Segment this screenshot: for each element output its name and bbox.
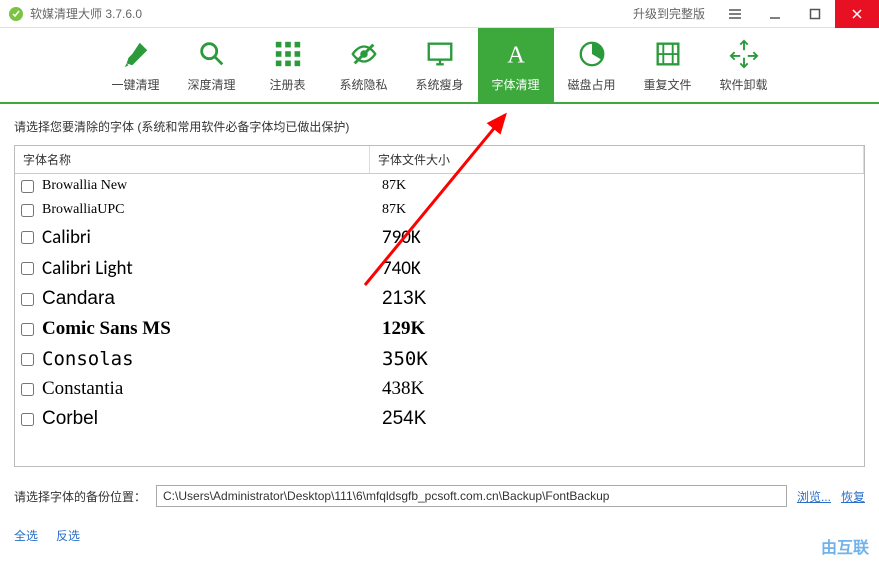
font-size: 790K [382, 226, 421, 249]
toolbar-label: 注册表 [269, 76, 305, 93]
toolbar-duplicate[interactable]: 重复文件 [630, 28, 706, 102]
toolbar-label: 系统隐私 [339, 76, 387, 93]
menu-button[interactable] [715, 0, 755, 28]
grid-icon [272, 38, 304, 70]
toolbar-label: 系统瘦身 [415, 76, 463, 93]
font-name: Browallia New [42, 178, 382, 194]
toolbar-eye-slash[interactable]: 系统隐私 [326, 28, 402, 102]
toolbar-monitor[interactable]: 系统瘦身 [402, 28, 478, 102]
toolbar-label: 深度清理 [187, 76, 235, 93]
font-row[interactable]: Calibri790K [15, 222, 864, 253]
invert-selection-link[interactable]: 反选 [56, 527, 80, 544]
font-name: BrowalliaUPC [42, 202, 382, 218]
svg-text:A: A [507, 41, 525, 68]
font-list: 字体名称 字体文件大小 Browallia New87KBrowalliaUPC… [14, 145, 865, 467]
pie-icon [576, 38, 608, 70]
font-checkbox[interactable] [21, 293, 34, 306]
toolbar-label: 一键清理 [111, 76, 159, 93]
font-row[interactable]: Comic Sans MS129K [15, 314, 864, 344]
content-area: 请选择您要清除的字体 (系统和常用软件必备字体均已做出保护) 字体名称 字体文件… [0, 104, 879, 558]
font-name: Consolas [42, 348, 382, 370]
font-size: 87K [382, 178, 406, 194]
font-icon: A [500, 38, 532, 70]
font-row[interactable]: BrowalliaUPC87K [15, 198, 864, 222]
font-size: 213K [382, 288, 426, 310]
backup-row: 请选择字体的备份位置： 浏览... 恢复 [14, 485, 865, 507]
list-body[interactable]: Browallia New87KBrowalliaUPC87KCalibri79… [15, 174, 864, 466]
font-checkbox[interactable] [21, 323, 34, 336]
recycle-icon [728, 38, 760, 70]
brush-icon [120, 38, 152, 70]
toolbar-grid[interactable]: 注册表 [250, 28, 326, 102]
instruction-text: 请选择您要清除的字体 (系统和常用软件必备字体均已做出保护) [14, 118, 865, 135]
font-name: Calibri Light [42, 257, 382, 280]
column-header-size[interactable]: 字体文件大小 [370, 146, 864, 173]
toolbar-magnify[interactable]: 深度清理 [174, 28, 250, 102]
select-all-link[interactable]: 全选 [14, 527, 38, 544]
font-name: Calibri [42, 226, 382, 249]
duplicate-icon [652, 38, 684, 70]
backup-label: 请选择字体的备份位置： [14, 488, 146, 505]
font-name: Candara [42, 288, 382, 310]
font-name: Comic Sans MS [42, 318, 382, 340]
toolbar-brush[interactable]: 一键清理 [98, 28, 174, 102]
font-name: Corbel [42, 408, 382, 430]
font-checkbox[interactable] [21, 231, 34, 244]
toolbar-pie[interactable]: 磁盘占用 [554, 28, 630, 102]
titlebar: 软媒清理大师 3.7.6.0 升级到完整版 [0, 0, 879, 28]
toolbar-font[interactable]: A 字体清理 [478, 28, 554, 102]
browse-link[interactable]: 浏览... [797, 488, 831, 505]
font-row[interactable]: Candara213K [15, 284, 864, 314]
font-size: 438K [382, 378, 424, 400]
font-name: Constantia [42, 378, 382, 400]
font-checkbox[interactable] [21, 353, 34, 366]
font-row[interactable]: Corbel254K [15, 404, 864, 434]
font-size: 129K [382, 318, 425, 340]
main-toolbar: 一键清理 深度清理 注册表 系统隐私 系统瘦身 A 字体清理 磁盘占用 重复文件 软件卸载 [0, 28, 879, 104]
monitor-icon [424, 38, 456, 70]
close-button[interactable] [835, 0, 879, 28]
magnify-icon [196, 38, 228, 70]
selection-row: 全选 反选 [14, 527, 865, 544]
font-row[interactable]: Consolas350K [15, 344, 864, 374]
font-size: 87K [382, 202, 406, 218]
toolbar-label: 重复文件 [643, 76, 691, 93]
font-row[interactable]: Browallia New87K [15, 174, 864, 198]
window-title: 软媒清理大师 3.7.6.0 [30, 5, 633, 22]
font-checkbox[interactable] [21, 383, 34, 396]
column-header-name[interactable]: 字体名称 [15, 146, 370, 173]
list-header: 字体名称 字体文件大小 [15, 146, 864, 174]
toolbar-label: 软件卸载 [719, 76, 767, 93]
font-row[interactable]: Constantia438K [15, 374, 864, 404]
minimize-button[interactable] [755, 0, 795, 28]
upgrade-link[interactable]: 升级到完整版 [633, 5, 705, 22]
font-checkbox[interactable] [21, 413, 34, 426]
font-size: 254K [382, 408, 426, 430]
app-logo-icon [8, 6, 24, 22]
restore-link[interactable]: 恢复 [841, 488, 865, 505]
font-row[interactable]: Calibri Light740K [15, 253, 864, 284]
font-checkbox[interactable] [21, 262, 34, 275]
font-size: 350K [382, 348, 428, 370]
toolbar-label: 磁盘占用 [567, 76, 615, 93]
font-checkbox[interactable] [21, 180, 34, 193]
font-size: 740K [382, 257, 421, 280]
toolbar-label: 字体清理 [491, 76, 539, 93]
backup-path-input[interactable] [156, 485, 787, 507]
maximize-button[interactable] [795, 0, 835, 28]
font-checkbox[interactable] [21, 204, 34, 217]
eye-slash-icon [348, 38, 380, 70]
toolbar-recycle[interactable]: 软件卸载 [706, 28, 782, 102]
